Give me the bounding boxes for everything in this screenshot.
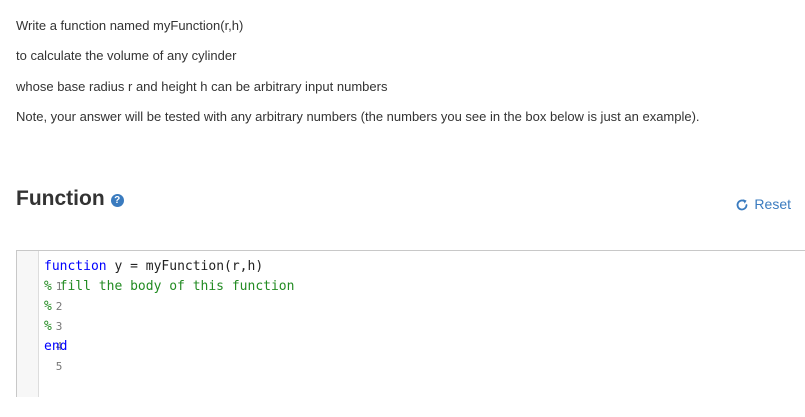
instruction-line: whose base radius r and height h can be … — [16, 79, 388, 94]
question-circle-icon[interactable]: ? — [110, 194, 124, 207]
code-text: y = myFunction(r,h) — [106, 259, 264, 274]
code-line[interactable]: 3 % — [17, 297, 805, 333]
code-comment: % — [44, 319, 52, 334]
function-section-title: Function? — [16, 186, 124, 212]
code-keyword: end — [44, 339, 68, 354]
code-line[interactable]: 1 function y = myFunction(r,h) — [17, 257, 805, 293]
code-line[interactable]: 2 % fill the body of this function — [17, 277, 805, 313]
instruction-line: Write a function named myFunction(r,h) — [16, 18, 244, 33]
refresh-icon — [737, 199, 748, 211]
instruction-line: to calculate the volume of any cylinder — [16, 48, 237, 63]
code-comment: % — [44, 299, 52, 314]
code-line[interactable]: 4 % — [17, 317, 805, 353]
code-keyword: function — [44, 259, 107, 274]
code-line[interactable]: 5 end — [17, 337, 805, 373]
section-title-label: Function — [16, 187, 105, 210]
code-comment: % fill the body of this function — [44, 279, 295, 294]
reset-label: Reset — [754, 196, 791, 212]
instruction-line: Note, your answer will be tested with an… — [16, 109, 700, 124]
code-editor[interactable]: 1 function y = myFunction(r,h) 2 % fill … — [16, 250, 805, 397]
line-number: 5 — [55, 360, 63, 373]
reset-button[interactable]: Reset — [735, 195, 791, 213]
